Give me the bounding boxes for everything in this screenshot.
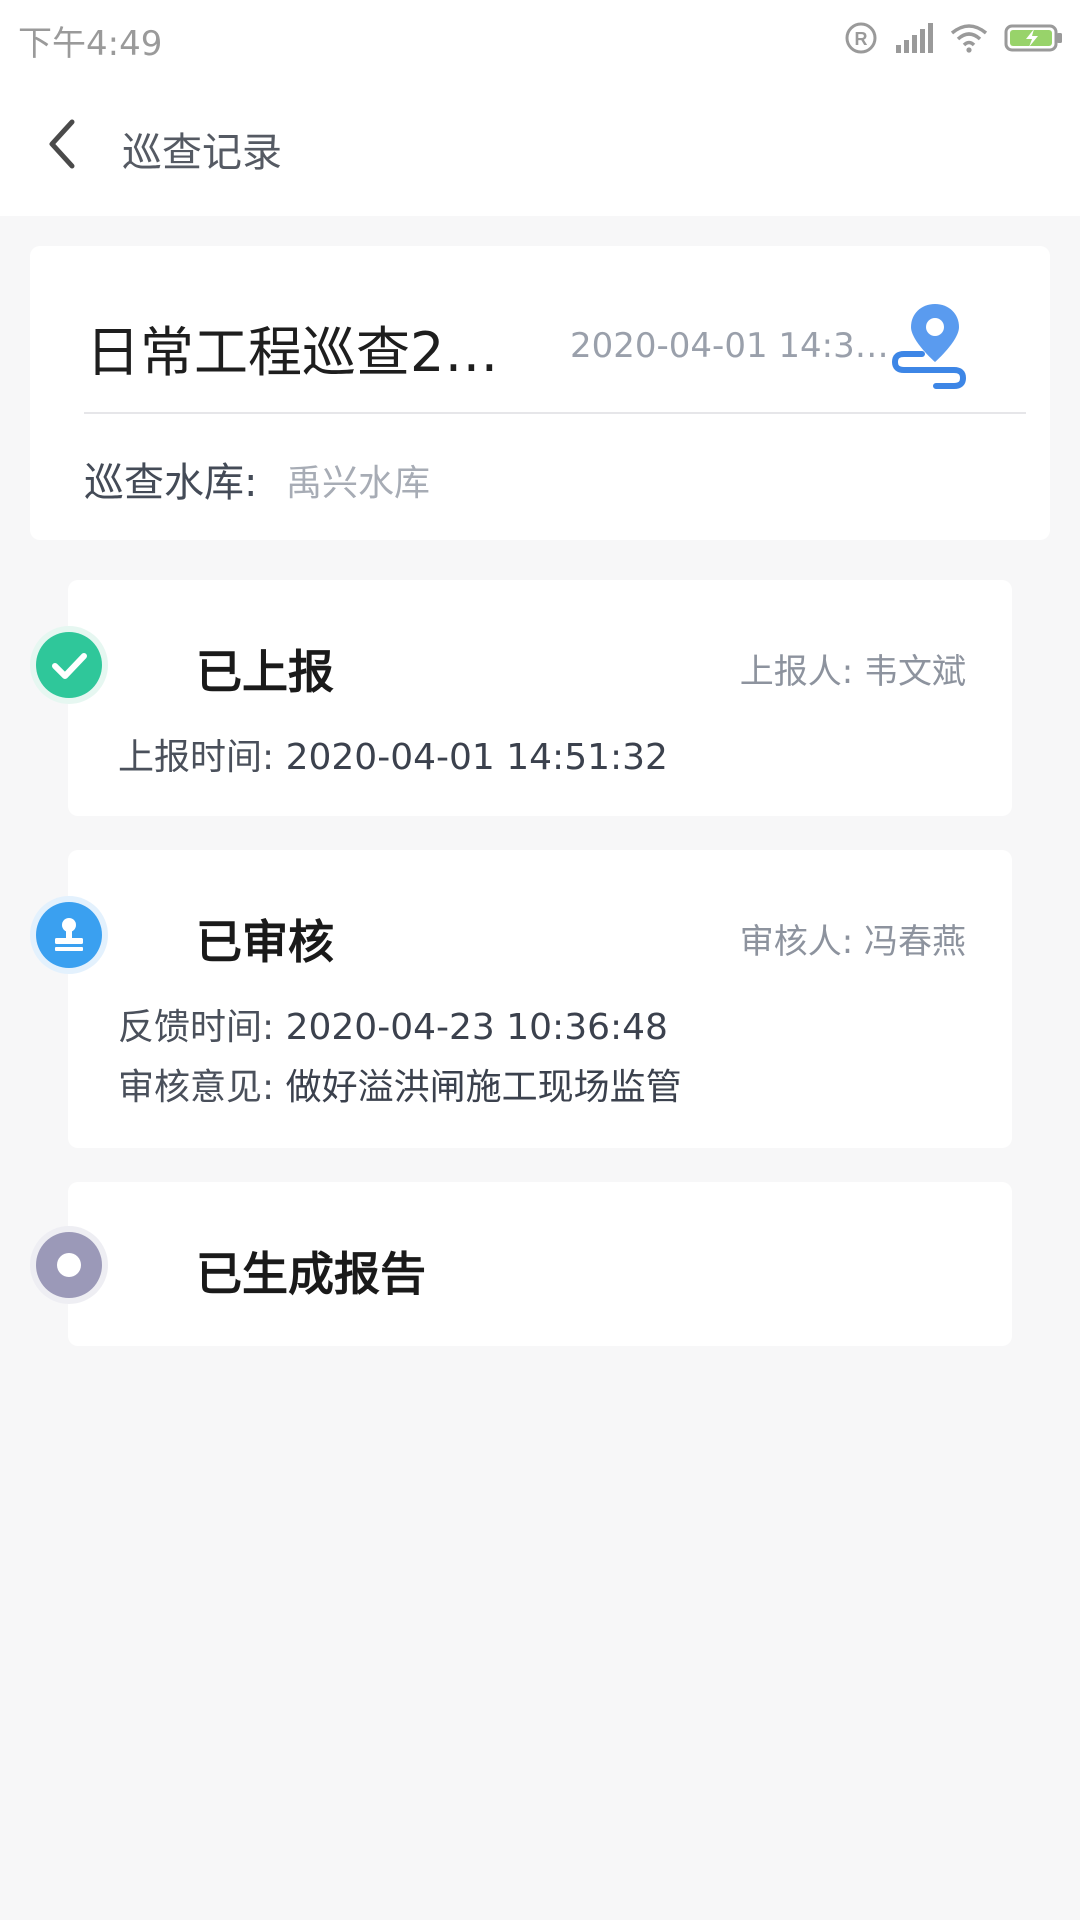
page-title: 巡查记录: [122, 130, 282, 176]
registered-icon: R: [845, 22, 877, 54]
reviewer-name: 冯春燕: [864, 922, 966, 962]
feedback-time-value: 2020-04-23 10:36:48: [285, 1007, 668, 1048]
timeline-item-reviewed: 已审核 审核人: 冯春燕 反馈时间: 2020-04-23 10:36:48 审…: [36, 850, 1012, 1148]
dot-glyph: [57, 1253, 81, 1277]
pending-dot-icon: [36, 1232, 102, 1298]
chevron-left-icon: [49, 119, 75, 169]
review-comment: 审核意见: 做好溢洪闸施工现场监管: [118, 1058, 682, 1110]
reporter-name: 韦文斌: [864, 652, 966, 692]
status-title: 已生成报告: [196, 1247, 426, 1301]
record-date: 2020-04-01 14:3…: [570, 326, 889, 366]
status-time: 下午4:49: [18, 24, 163, 64]
check-icon: [36, 632, 102, 698]
signal-icon: [896, 23, 933, 53]
check-glyph: [52, 653, 87, 679]
reviewer-label: 审核人:: [739, 922, 854, 962]
status-title: 已审核: [196, 915, 334, 969]
reservoir-value: 禹兴水库: [286, 463, 431, 504]
status-title: 已上报: [196, 645, 334, 699]
svg-text:R: R: [855, 29, 868, 49]
reporter-label: 上报人:: [739, 652, 854, 692]
feedback-time-label: 反馈时间:: [118, 1007, 275, 1048]
wifi-icon: [950, 24, 988, 53]
timeline-item-reported: 已上报 上报人: 韦文斌 上报时间: 2020-04-01 14:51:32: [36, 580, 1012, 816]
route-map-button[interactable]: [890, 296, 980, 396]
record-summary-card: 日常工程巡查20… 2020-04-01 14:3… 巡查水库: 禹兴水库: [30, 246, 1050, 540]
battery-charging-icon: [1004, 24, 1062, 52]
report-time-value: 2020-04-01 14:51:32: [285, 737, 668, 778]
record-name: 日常工程巡查20…: [86, 321, 526, 384]
report-time: 上报时间: 2020-04-01 14:51:32: [118, 728, 668, 780]
report-time-label: 上报时间:: [118, 737, 275, 778]
status-bar: 下午4:49 R: [0, 0, 1080, 72]
location-route-icon: [892, 304, 966, 389]
review-comment-label: 审核意见:: [118, 1067, 275, 1108]
feedback-time: 反馈时间: 2020-04-23 10:36:48: [118, 998, 668, 1050]
status-icons: R: [844, 18, 1064, 58]
divider: [84, 412, 1026, 414]
back-button[interactable]: [30, 112, 94, 176]
app-header: 巡查记录: [0, 72, 1080, 216]
reservoir-label: 巡查水库:: [84, 460, 258, 506]
reporter: 上报人: 韦文斌: [740, 644, 966, 693]
timeline-item-report-generated: 已生成报告: [36, 1182, 1012, 1346]
stamp-glyph: [55, 918, 83, 951]
reviewer: 审核人: 冯春燕: [740, 914, 966, 963]
review-comment-value: 做好溢洪闸施工现场监管: [285, 1067, 682, 1108]
stamp-icon: [36, 902, 102, 968]
